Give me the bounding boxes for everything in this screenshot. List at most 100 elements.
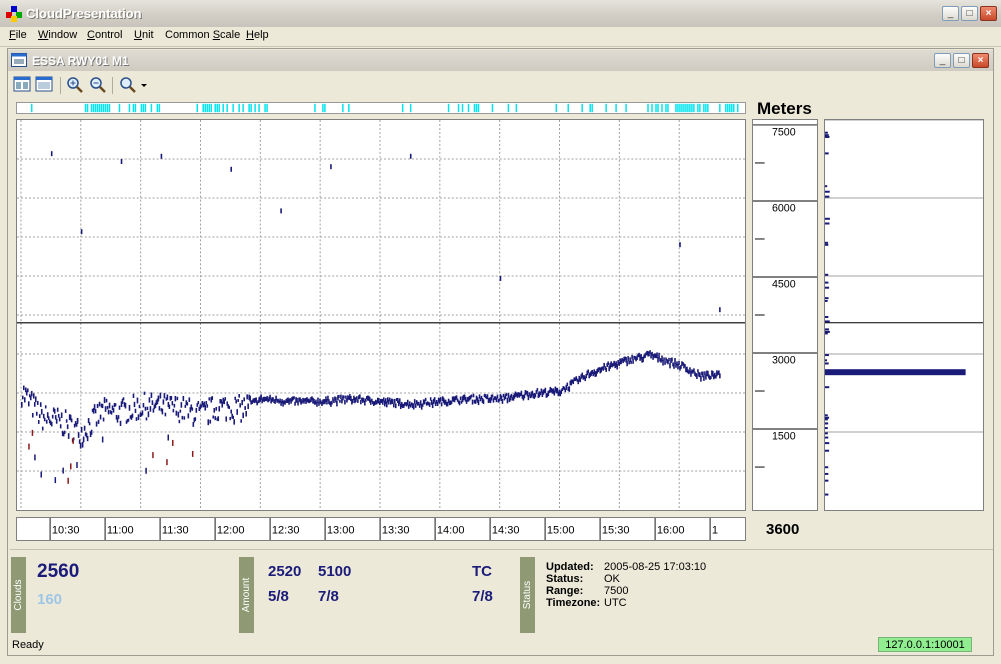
data-point (51, 414, 54, 419)
menu-window[interactable]: Window (38, 29, 77, 41)
data-point (170, 396, 173, 400)
data-point (230, 166, 233, 172)
data-point (181, 415, 184, 420)
data-point (544, 387, 547, 393)
data-point (433, 397, 436, 403)
child-minimize-icon[interactable]: _ (934, 53, 951, 68)
data-point (152, 452, 154, 459)
data-point (99, 414, 102, 420)
data-point (118, 405, 121, 410)
activity-mark (689, 103, 691, 113)
data-point (626, 361, 628, 367)
data-point (632, 359, 634, 364)
clouds-tab[interactable]: Clouds (11, 557, 26, 633)
data-point (246, 394, 248, 400)
data-point (187, 413, 190, 419)
amount-tab[interactable]: Amount (239, 557, 254, 633)
data-point (703, 375, 705, 381)
child-restore-icon[interactable]: □ (953, 53, 970, 68)
data-point (57, 413, 60, 418)
activity-mark (206, 103, 208, 113)
data-point (338, 394, 340, 399)
data-point (166, 394, 169, 400)
minimize-icon[interactable]: _ (942, 6, 959, 21)
activity-mark (507, 103, 510, 113)
hist-bar (825, 386, 830, 389)
data-point (174, 395, 177, 402)
data-point (534, 393, 537, 398)
data-point (101, 403, 104, 409)
zoom-dropdown-icon[interactable] (118, 76, 150, 94)
data-point (172, 439, 174, 446)
menu-file[interactable]: File (9, 29, 27, 41)
menu-control[interactable]: Control (87, 29, 122, 41)
data-point (145, 417, 148, 421)
activity-strip (16, 102, 746, 114)
zoom-out-icon[interactable] (88, 76, 108, 94)
title-bar[interactable]: CloudPresentation _ □ × (0, 0, 1001, 28)
data-point (215, 406, 218, 411)
close-icon[interactable]: × (980, 6, 997, 21)
data-point (86, 435, 89, 442)
data-point (146, 406, 149, 411)
activity-mark (132, 103, 135, 113)
status-tab[interactable]: Status (520, 557, 535, 633)
data-point (36, 400, 39, 405)
hist-bar (825, 427, 828, 430)
data-point (20, 401, 23, 408)
data-point (336, 400, 338, 407)
data-point (90, 429, 93, 435)
hist-bar (825, 328, 829, 331)
cloud-height-plot[interactable] (16, 119, 746, 511)
data-point (232, 415, 235, 419)
data-point (43, 417, 46, 422)
data-point (458, 400, 461, 406)
activity-mark (655, 103, 657, 113)
data-point (507, 393, 510, 399)
data-point (157, 395, 160, 402)
data-point (505, 392, 508, 396)
data-point (499, 276, 502, 281)
activity-mark (555, 103, 558, 113)
data-point (678, 360, 680, 366)
menu-help[interactable]: Help (246, 29, 269, 41)
hist-bar (825, 297, 829, 300)
data-point (124, 402, 127, 409)
activity-mark (731, 103, 733, 113)
data-point (671, 357, 673, 362)
data-point (237, 399, 239, 403)
menu-unit[interactable]: Unit (134, 29, 154, 41)
activity-mark (104, 103, 107, 113)
data-point (696, 373, 698, 380)
window-icon[interactable] (34, 76, 54, 94)
child-close-icon[interactable]: × (972, 53, 989, 68)
hist-bar (825, 442, 830, 445)
activity-mark (30, 103, 33, 113)
hist-bar (825, 449, 830, 452)
data-point (40, 471, 42, 478)
time-tick-label: 11:00 (107, 525, 134, 537)
child-title-bar[interactable]: ESSA RWY01 M1 _ □ × (8, 50, 993, 71)
data-point (66, 424, 69, 430)
layer2-height: 5100 (318, 563, 352, 580)
data-point (147, 411, 150, 418)
data-point (450, 400, 453, 404)
data-point (128, 404, 131, 411)
data-point (83, 425, 86, 431)
data-point (339, 399, 341, 403)
data-point (143, 391, 146, 395)
data-point (150, 392, 153, 398)
activity-mark (210, 103, 212, 113)
data-point (195, 407, 198, 413)
activity-mark (447, 103, 450, 113)
activity-mark (342, 103, 344, 113)
layout-icon[interactable] (12, 76, 32, 94)
maximize-icon[interactable]: □ (961, 6, 978, 21)
activity-mark (98, 103, 101, 113)
hist-bar (825, 243, 829, 246)
activity-mark (467, 103, 470, 113)
data-point (228, 405, 231, 410)
zoom-in-icon[interactable] (65, 76, 85, 94)
data-point (616, 364, 618, 370)
menu-common-scale[interactable]: Common Scale (165, 29, 240, 41)
